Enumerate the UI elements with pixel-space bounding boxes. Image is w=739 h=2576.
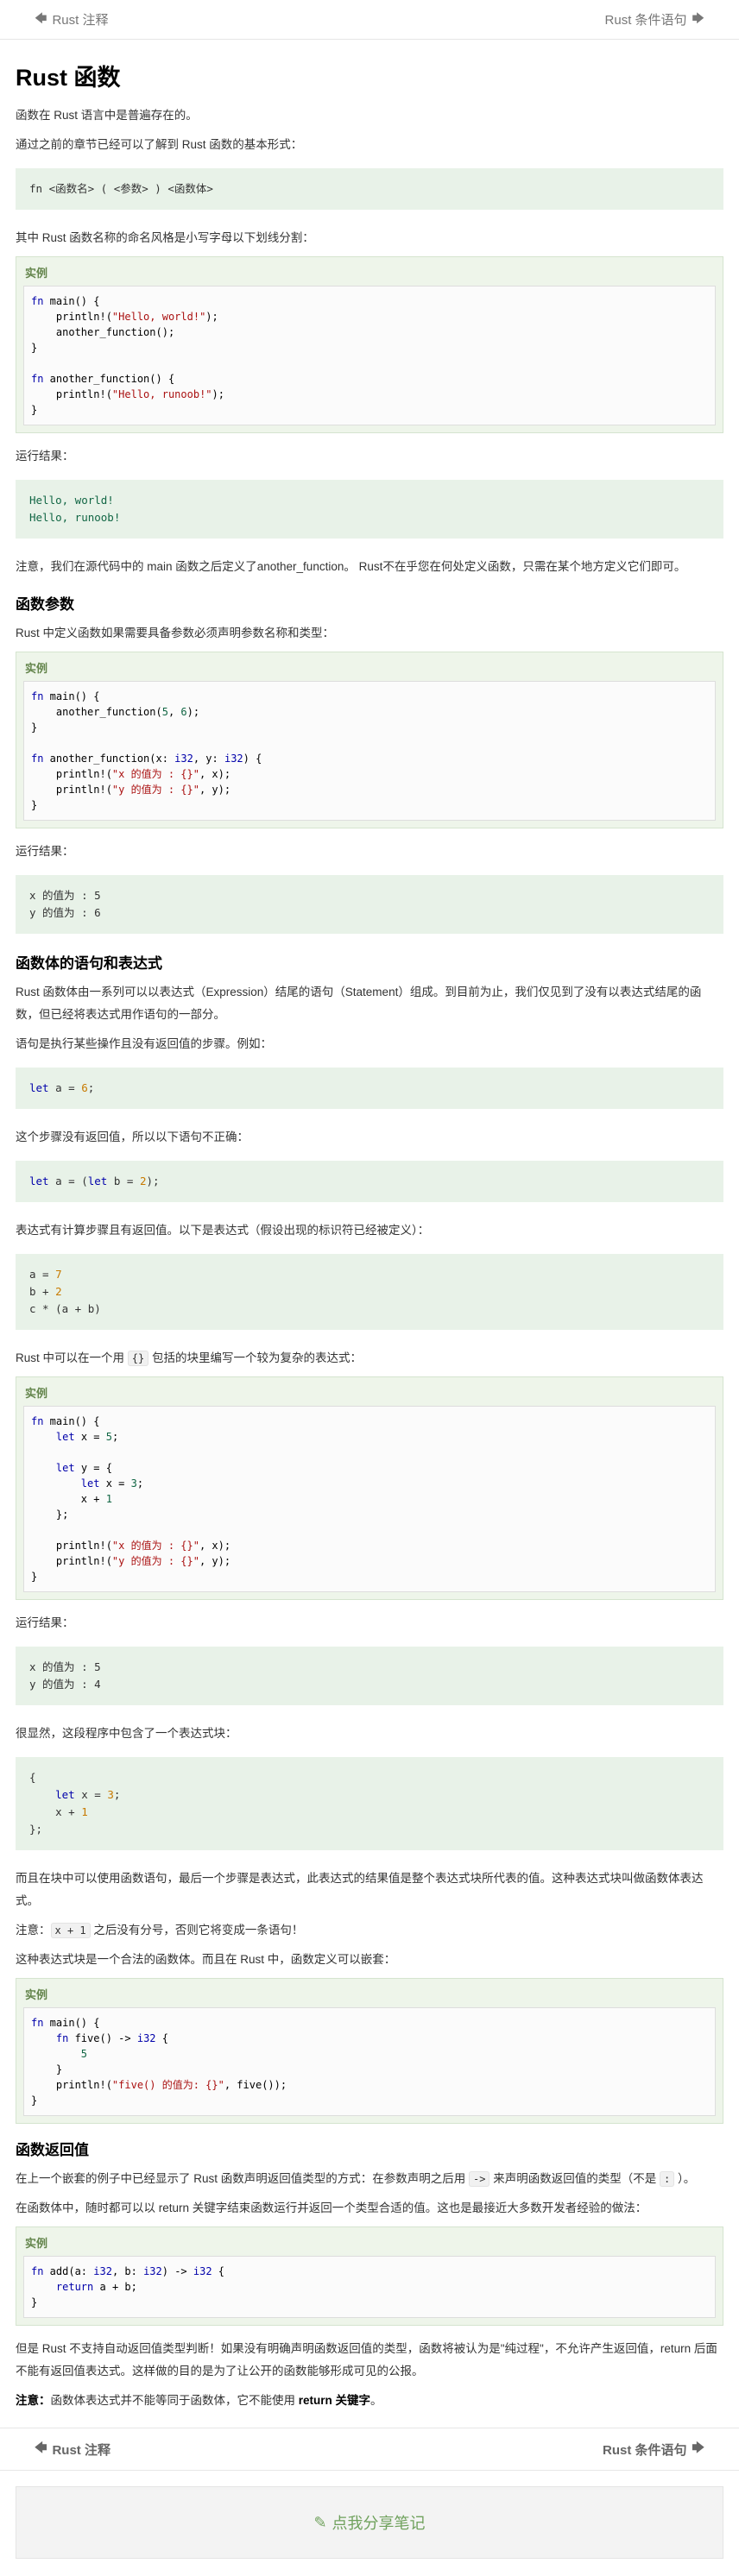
example-block-5: 实例 fn add(a: i32, b: i32) -> i32 { retur…: [16, 2226, 723, 2326]
page-title: Rust 函数: [16, 65, 121, 91]
example-label: 实例: [25, 1387, 48, 1400]
section-stmt-p5: Rust 中可以在一个用 {} 包括的块里编写一个较为复杂的表达式：: [16, 1347, 723, 1370]
example-block-3: 实例 fn main() { let x = 5; let y = { let …: [16, 1376, 723, 1600]
example-label: 实例: [25, 1988, 48, 2001]
code-expressions: a = 7 b + 2 c * (a + b): [16, 1254, 723, 1330]
p8-text-a: 注意：: [16, 1924, 51, 1937]
example-code-4: fn main() { fn five() -> i32 { 5 } print…: [23, 2007, 716, 2116]
arrow-right-icon: 🡆: [692, 2441, 704, 2454]
section-return-p4: 注意：函数体表达式并不能等同于函数体，它不能使用 return 关键字。: [16, 2390, 723, 2412]
output-2-line-1: x 的值为 : 5: [29, 889, 101, 902]
inline-code-arrow: ->: [469, 2171, 490, 2187]
output-3-line-2: y 的值为 : 4: [29, 1678, 101, 1691]
section-return-p1: 在上一个嵌套的例子中已经显示了 Rust 函数声明返回值类型的方式：在参数声明之…: [16, 2168, 723, 2190]
edit-icon: ✎: [313, 2513, 327, 2531]
section-stmt-p9: 这种表达式块是一个合法的函数体。而且在 Rust 中，函数定义可以嵌套：: [16, 1953, 396, 1966]
example-label: 实例: [25, 267, 48, 280]
p5-text-a: Rust 中可以在一个用: [16, 1351, 128, 1364]
output-2-line-2: y 的值为 : 6: [29, 906, 101, 919]
next-page-label-bottom: Rust 条件语句: [603, 2442, 687, 2458]
top-navigation: 🡄 Rust 注释 Rust 条件语句 🡆: [0, 0, 739, 40]
example-code-2: fn main() { another_function(5, 6); } fn…: [23, 681, 716, 821]
run-result-label-3: 运行结果：: [16, 1616, 74, 1629]
prev-page-label: Rust 注释: [52, 13, 109, 28]
section-stmt-p2: 语句是执行某些操作且没有返回值的步骤。例如：: [16, 1037, 272, 1050]
example-label: 实例: [25, 2237, 48, 2250]
example-label: 实例: [25, 662, 48, 675]
arrow-left-icon: 🡄: [35, 10, 47, 25]
code-let-a-b: let a = (let b = 2);: [16, 1161, 723, 1202]
output-1: Hello, world! Hello, runoob!: [16, 480, 723, 539]
return-note-keyword: return 关键字: [298, 2394, 371, 2407]
example-code-5: fn add(a: i32, b: i32) -> i32 { return a…: [23, 2256, 716, 2318]
inline-code-braces: {}: [127, 1351, 149, 1366]
example-block-2: 实例 fn main() { another_function(5, 6); }…: [16, 652, 723, 828]
code-expression-block: { let x = 3; x + 1 };: [16, 1757, 723, 1850]
note-1: 注意，我们在源代码中的 main 函数之后定义了another_function…: [16, 560, 686, 573]
next-page-link-bottom[interactable]: Rust 条件语句 🡆: [603, 2439, 704, 2459]
inline-code-colon: :: [659, 2171, 675, 2187]
return-p1-c: ）。: [674, 2172, 696, 2185]
section-params-desc: Rust 中定义函数如果需要具备参数必须声明参数名称和类型：: [16, 627, 335, 639]
prev-page-link[interactable]: 🡄 Rust 注释: [35, 9, 108, 30]
section-return-p3: 但是 Rust 不支持自动返回值类型判断！如果没有明确声明函数返回值的类型，函数…: [16, 2342, 717, 2378]
prev-page-label-bottom: Rust 注释: [52, 2442, 111, 2458]
return-p1-b: 来声明函数返回值的类型（不是: [490, 2172, 660, 2185]
section-stmt-p7: 而且在块中可以使用函数语句，最后一个步骤是表达式，此表达式的结果值是整个表达式块…: [16, 1872, 704, 1907]
return-p1-a: 在上一个嵌套的例子中已经显示了 Rust 函数声明返回值类型的方式：在参数声明之…: [16, 2172, 470, 2185]
output-3: x 的值为 : 5 y 的值为 : 4: [16, 1647, 723, 1705]
naming-text: 其中 Rust 函数名称的命名风格是小写字母以下划线分割：: [16, 231, 314, 244]
section-stmt-p1: Rust 函数体由一系列可以以表达式（Expression）结尾的语句（Stat…: [16, 986, 702, 1021]
example-code-3: fn main() { let x = 5; let y = { let x =…: [23, 1406, 716, 1592]
next-page-link[interactable]: Rust 条件语句 🡆: [605, 9, 704, 30]
section-stmt-p3: 这个步骤没有返回值，所以以下语句不正确：: [16, 1131, 249, 1143]
section-stmt-p6: 很显然，这段程序中包含了一个表达式块：: [16, 1727, 237, 1740]
code-let-a: let a = 6;: [16, 1068, 723, 1109]
page: 🡄 Rust 注释 Rust 条件语句 🡆 Rust 函数 函数在 Rust 语…: [0, 0, 739, 2559]
intro-2: 通过之前的章节已经可以了解到 Rust 函数的基本形式：: [16, 138, 303, 151]
output-2: x 的值为 : 5 y 的值为 : 6: [16, 875, 723, 934]
share-note-label: 点我分享笔记: [332, 2515, 426, 2532]
inline-code-x-plus-1: x + 1: [50, 1923, 91, 1938]
return-note-end: 。: [370, 2394, 382, 2407]
example-block-4: 实例 fn main() { fn five() -> i32 { 5 } pr…: [16, 1978, 723, 2124]
arrow-right-icon: 🡆: [692, 10, 704, 25]
share-note-button[interactable]: ✎ 点我分享笔记: [16, 2486, 723, 2559]
section-stmt-title: 函数体的语句和表达式: [16, 955, 162, 972]
section-params-title: 函数参数: [16, 596, 74, 613]
example-code-1: fn main() { println!("Hello, world!"); a…: [23, 286, 716, 425]
section-stmt-p8: 注意： x + 1 之后没有分号，否则它将变成一条语句！: [16, 1919, 723, 1942]
section-return-title: 函数返回值: [16, 2142, 89, 2158]
section-return-p2: 在函数体中，随时都可以以 return 关键字结束函数运行并返回一个类型合适的值…: [16, 2201, 647, 2214]
run-result-label-2: 运行结果：: [16, 845, 74, 858]
section-stmt-p4: 表达式有计算步骤且有返回值。以下是表达式（假设出现的标识符已经被定义）：: [16, 1224, 430, 1237]
arrow-left-icon: 🡄: [35, 2441, 47, 2454]
bottom-navigation: 🡄 Rust 注释 Rust 条件语句 🡆: [0, 2428, 739, 2471]
syntax-code: fn <函数名> ( <参数> ) <函数体>: [16, 168, 723, 210]
p8-text-b: 之后没有分号，否则它将变成一条语句！: [90, 1924, 304, 1937]
return-note-text: 函数体表达式并不能等同于函数体，它不能使用: [50, 2394, 299, 2407]
p5-text-b: 包括的块里编写一个较为复杂的表达式：: [148, 1351, 362, 1364]
run-result-label-1: 运行结果：: [16, 450, 74, 463]
example-block-1: 实例 fn main() { println!("Hello, world!")…: [16, 256, 723, 433]
return-note-label: 注意：: [16, 2394, 51, 2407]
next-page-label: Rust 条件语句: [604, 13, 687, 28]
output-3-line-1: x 的值为 : 5: [29, 1660, 101, 1673]
prev-page-link-bottom[interactable]: 🡄 Rust 注释: [35, 2439, 111, 2459]
intro-1: 函数在 Rust 语言中是普遍存在的。: [16, 109, 198, 122]
